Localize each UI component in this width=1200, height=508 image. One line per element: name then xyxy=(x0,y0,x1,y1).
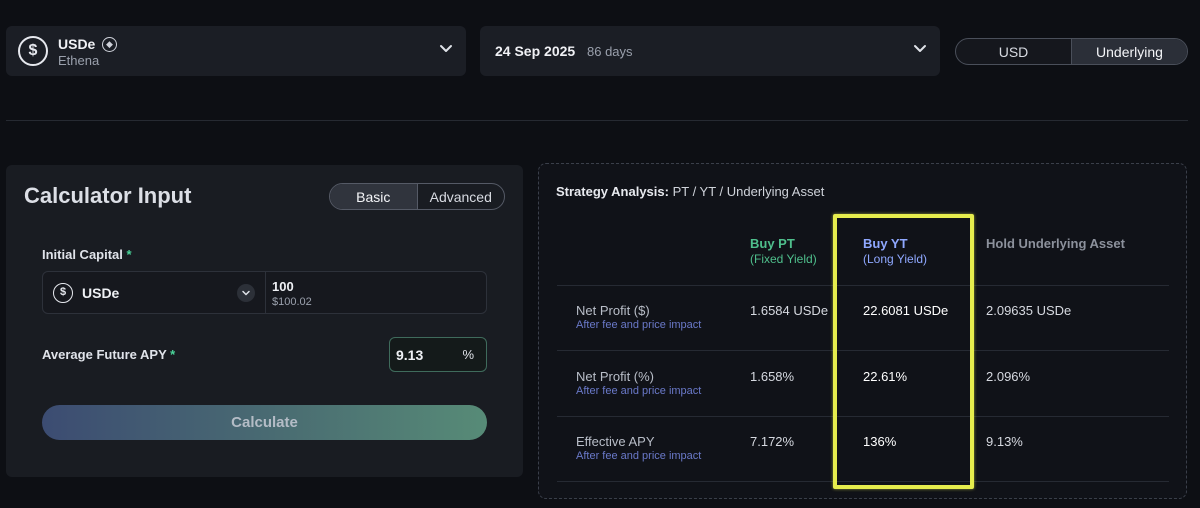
section-divider xyxy=(6,120,1188,121)
calculator-title: Calculator Input xyxy=(24,183,192,208)
toggle-usd[interactable]: USD xyxy=(956,39,1071,64)
capital-usd-value: $100.02 xyxy=(272,296,312,308)
field-separator xyxy=(265,272,266,313)
calculate-button[interactable]: Calculate xyxy=(42,405,487,440)
cell-hold-net-profit-pct: 2.096% xyxy=(986,369,1031,384)
display-unit-toggle: USD Underlying xyxy=(955,38,1188,65)
percent-unit: % xyxy=(462,347,474,362)
maturity-selector[interactable]: 24 Sep 2025 86 days xyxy=(480,26,940,76)
col-buy-pt-subtitle: (Fixed Yield) xyxy=(750,252,817,266)
required-mark: * xyxy=(126,247,132,262)
calculator-panel: Calculator Input Basic Advanced Initial … xyxy=(6,165,523,477)
row-net-profit-usd-label: Net Profit ($) xyxy=(576,303,650,318)
maturity-days: 86 days xyxy=(587,44,633,59)
asset-dropdown-button[interactable] xyxy=(237,284,255,302)
strategy-analysis-panel: Strategy Analysis: PT / YT / Underlying … xyxy=(538,163,1187,499)
row-note: After fee and price impact xyxy=(576,319,702,331)
cell-pt-net-profit-usd: 1.6584 USDe xyxy=(750,303,829,318)
col-buy-pt-title: Buy PT xyxy=(750,236,795,251)
initial-capital-label: Initial Capital * xyxy=(42,247,132,262)
yt-column-highlight xyxy=(833,214,974,489)
asset-protocol: Ethena xyxy=(58,53,100,68)
apy-field: % xyxy=(389,337,487,372)
capital-amount-input[interactable]: 100 xyxy=(272,279,294,294)
row-note: After fee and price impact xyxy=(576,385,702,397)
chevron-down-icon[interactable] xyxy=(912,40,928,56)
cell-pt-net-profit-pct: 1.658% xyxy=(750,369,795,384)
apy-label: Average Future APY * xyxy=(42,347,176,362)
capital-asset-name: USDe xyxy=(82,285,120,301)
cell-pt-effective-apy: 7.172% xyxy=(750,434,795,449)
toggle-underlying[interactable]: Underlying xyxy=(1071,39,1187,64)
mode-toggle: Basic Advanced xyxy=(329,183,505,210)
dollar-coin-icon: $ xyxy=(53,283,73,303)
cell-hold-net-profit-usd: 2.09635 USDe xyxy=(986,303,1072,318)
row-net-profit-pct-label: Net Profit (%) xyxy=(576,369,655,384)
asset-name: USDe xyxy=(58,36,96,52)
required-mark: * xyxy=(170,347,176,362)
row-note: After fee and price impact xyxy=(576,450,702,462)
initial-capital-field: $ USDe 100 $100.02 xyxy=(42,271,487,314)
cell-hold-effective-apy: 9.13% xyxy=(986,434,1023,449)
apy-input[interactable] xyxy=(396,344,456,366)
dollar-coin-icon: $ xyxy=(18,36,48,66)
row-effective-apy-label: Effective APY xyxy=(576,434,655,449)
col-hold-underlying-title: Hold Underlying Asset xyxy=(986,236,1125,251)
chevron-down-icon xyxy=(242,290,250,296)
chevron-down-icon[interactable] xyxy=(438,40,454,56)
strategy-title: Strategy Analysis: PT / YT / Underlying … xyxy=(556,184,825,199)
mode-basic[interactable]: Basic xyxy=(330,184,417,209)
asset-selector[interactable]: $ USDe ◆ Ethena xyxy=(6,26,466,76)
ethereum-icon: ◆ xyxy=(102,37,117,52)
maturity-date: 24 Sep 2025 xyxy=(495,43,576,59)
mode-advanced[interactable]: Advanced xyxy=(416,184,505,209)
